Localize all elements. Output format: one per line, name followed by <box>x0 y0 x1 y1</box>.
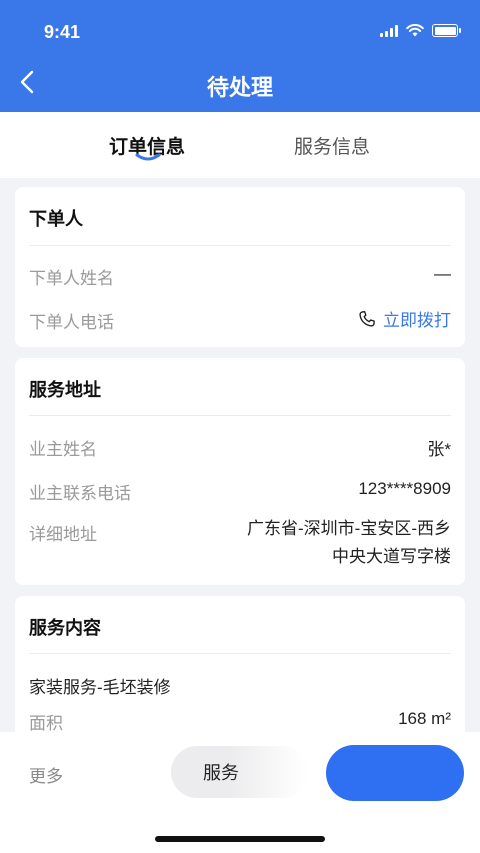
orderer-section-title: 下单人 <box>29 209 83 229</box>
divider <box>29 245 451 246</box>
area-value: 168 m² <box>398 709 451 728</box>
divider <box>29 415 451 416</box>
active-tab-indicator <box>135 153 161 161</box>
area-label: 面积 <box>29 714 63 733</box>
orderer-phone-label: 下单人电话 <box>29 313 114 332</box>
orderer-card: 下单人 下单人姓名 — 下单人电话 立即拨打 <box>15 187 465 347</box>
owner-name-value: 张* <box>427 440 451 459</box>
phone-icon <box>359 310 375 327</box>
detail-address-line1: 广东省-深圳市-宝安区-西乡 <box>247 519 451 538</box>
detail-address-label: 详细地址 <box>29 525 97 544</box>
owner-phone-value: 123****8909 <box>358 479 451 498</box>
home-indicator <box>155 836 325 842</box>
status-icons <box>380 24 461 37</box>
service-address-card: 服务地址 业主姓名 张* 业主联系电话 123****8909 详细地址 广东省… <box>15 358 465 585</box>
page-title: 待处理 <box>206 75 273 100</box>
call-now-link[interactable]: 立即拨打 <box>357 306 451 331</box>
orderer-name-value: — <box>434 264 451 283</box>
detail-address-value: 广东省-深圳市-宝安区-西乡 中央大道写字楼 <box>211 515 451 571</box>
tab-bar: 订单信息 服务信息 <box>0 112 480 178</box>
tab-service-info[interactable]: 服务信息 <box>294 132 370 159</box>
detail-address-line2: 中央大道写字楼 <box>332 547 451 566</box>
signal-icon <box>380 25 398 37</box>
orderer-name-label: 下单人姓名 <box>29 269 114 288</box>
address-section-title: 服务地址 <box>29 380 101 400</box>
primary-action-button[interactable] <box>326 745 464 801</box>
owner-phone-label: 业主联系电话 <box>29 484 131 503</box>
more-button[interactable]: 更多 <box>29 762 63 787</box>
app-header: 9:41 待处理 <box>0 0 480 112</box>
divider <box>29 653 451 654</box>
owner-name-label: 业主姓名 <box>29 440 97 459</box>
content-section-title: 服务内容 <box>29 618 101 638</box>
status-time: 9:41 <box>44 22 81 42</box>
wifi-icon <box>406 24 424 37</box>
call-now-label: 立即拨打 <box>383 311 451 330</box>
service-type: 家装服务-毛坯装修 <box>29 678 171 697</box>
battery-icon <box>432 24 461 37</box>
bottom-action-bar: 更多 服务 <box>0 732 480 853</box>
